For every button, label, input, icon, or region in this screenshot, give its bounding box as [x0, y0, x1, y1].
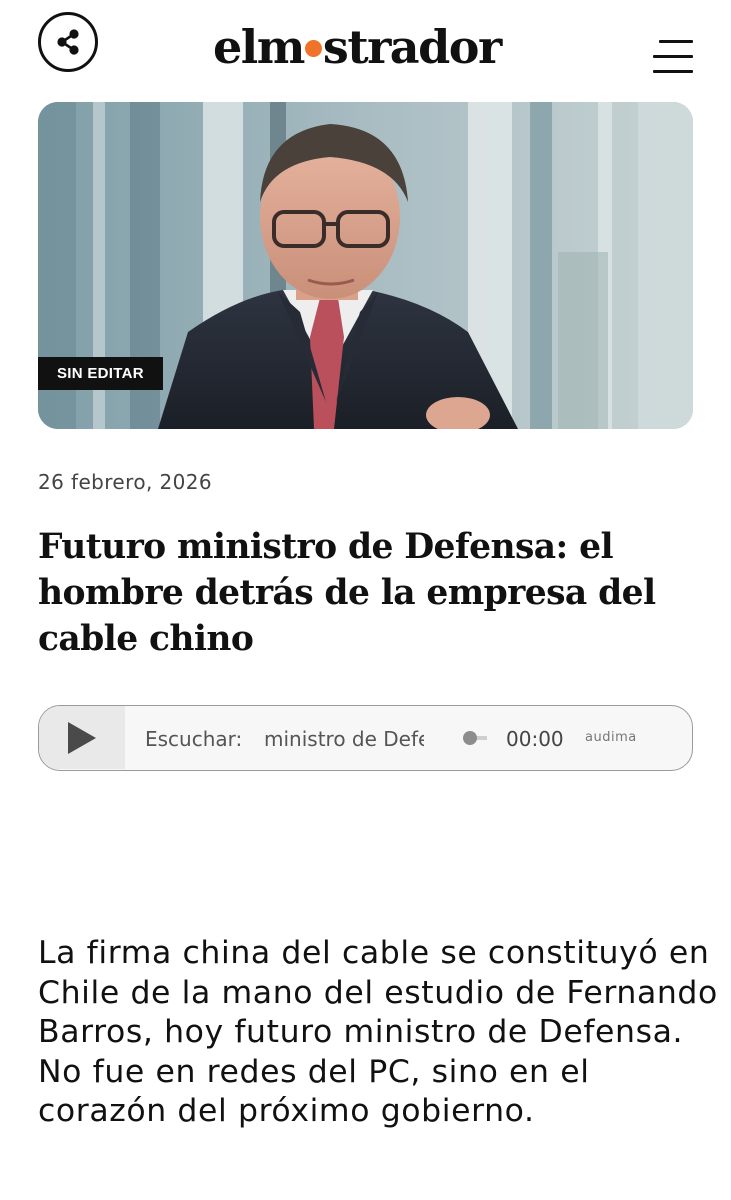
- audio-time: 00:00: [506, 727, 564, 751]
- share-button[interactable]: [38, 12, 98, 72]
- top-bar: elm strador: [0, 0, 731, 100]
- article-headline[interactable]: Futuro ministro de Defensa: el hombre de…: [38, 524, 698, 662]
- audio-seek-slider[interactable]: [463, 731, 487, 745]
- site-logo[interactable]: elm strador: [213, 20, 502, 74]
- unedited-badge: SIN EDITAR: [38, 357, 163, 390]
- article-hero-image[interactable]: SIN EDITAR: [38, 102, 693, 429]
- article-date: 26 febrero, 2026: [38, 470, 212, 494]
- play-icon: [68, 721, 96, 754]
- logo-text-left: elm: [213, 20, 305, 74]
- article-summary: La firma china del cable se constituyó e…: [38, 935, 718, 1129]
- menu-button[interactable]: [653, 40, 693, 74]
- share-icon: [57, 29, 79, 55]
- play-button[interactable]: [39, 706, 125, 769]
- listen-label: Escuchar:: [145, 727, 243, 751]
- audima-logo[interactable]: audima: [585, 730, 637, 745]
- audio-track-title: ministro de Defensa: [264, 727, 424, 751]
- audio-player: Escuchar: ministro de Defensa 00:00 audi…: [38, 705, 693, 771]
- seek-knob[interactable]: [463, 731, 477, 745]
- hamburger-menu-icon: [659, 40, 693, 43]
- logo-dot: [304, 40, 322, 57]
- logo-text-right: strador: [322, 20, 502, 74]
